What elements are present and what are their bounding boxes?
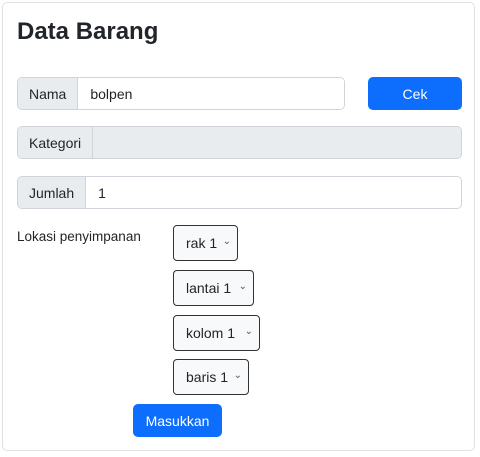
rak-select[interactable]: rak 1 ⌄ <box>173 225 238 261</box>
kategori-input <box>93 127 461 158</box>
chevron-down-icon: ⌄ <box>244 326 253 337</box>
cek-button[interactable]: Cek <box>368 77 462 110</box>
lokasi-label: Lokasi penyimpanan <box>17 229 141 244</box>
jumlah-group: Jumlah <box>17 176 462 209</box>
baris-select[interactable]: baris 1 ⌄ <box>173 359 249 395</box>
chevron-down-icon: ⌄ <box>238 281 247 292</box>
jumlah-input[interactable] <box>86 177 461 208</box>
kolom-value: kolom 1 <box>186 325 236 341</box>
chevron-down-icon: ⌄ <box>222 236 231 247</box>
nama-label: Nama <box>18 78 79 109</box>
masukkan-button[interactable]: Masukkan <box>133 404 222 437</box>
rak-value: rak 1 <box>186 235 218 251</box>
kategori-group: Kategori <box>17 126 462 159</box>
lantai-select[interactable]: lantai 1 ⌄ <box>173 270 254 306</box>
kategori-label: Kategori <box>18 127 94 158</box>
baris-value: baris 1 <box>186 369 229 385</box>
chevron-down-icon: ⌄ <box>233 370 242 381</box>
kolom-select[interactable]: kolom 1 ⌄ <box>173 315 260 351</box>
lantai-value: lantai 1 <box>186 280 232 296</box>
page-title: Data Barang <box>17 18 159 45</box>
nama-input[interactable] <box>78 78 344 109</box>
jumlah-label: Jumlah <box>18 177 87 208</box>
nama-group: Nama <box>17 77 345 110</box>
